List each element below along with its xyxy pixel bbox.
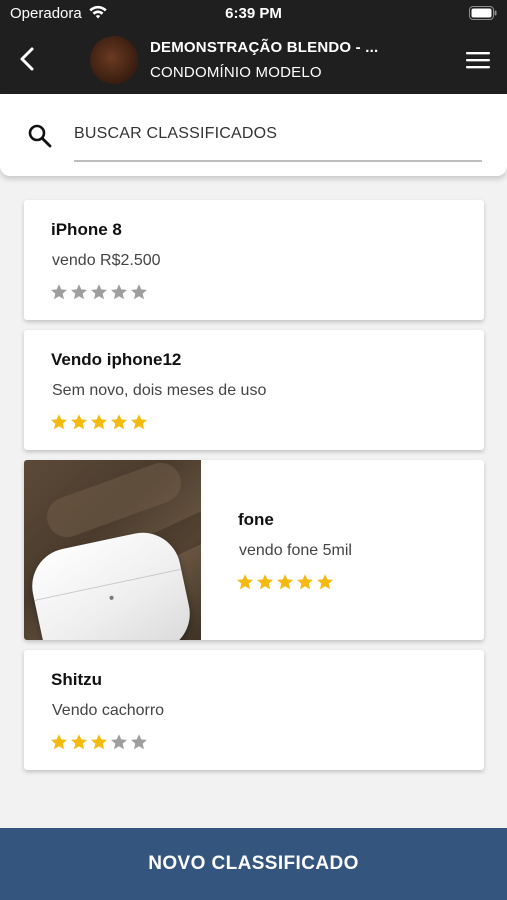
star-empty-icon — [131, 284, 147, 300]
back-button[interactable] — [12, 43, 44, 75]
star-filled-icon — [237, 574, 253, 590]
star-filled-icon — [91, 414, 107, 430]
rating-stars — [50, 733, 148, 751]
status-time: 6:39 PM — [225, 5, 282, 22]
menu-button[interactable] — [463, 46, 493, 74]
condo-avatar[interactable] — [90, 36, 138, 84]
chevron-left-icon — [20, 47, 34, 71]
new-listing-button[interactable]: NOVO CLASSIFICADO — [0, 828, 507, 900]
listing-description: vendo fone 5mil — [239, 542, 352, 559]
star-filled-icon — [51, 734, 67, 750]
star-empty-icon — [111, 734, 127, 750]
listing-description: vendo R$2.500 — [52, 252, 161, 269]
star-filled-icon — [131, 414, 147, 430]
status-bar: Operadora 6:39 PM — [0, 0, 507, 26]
star-filled-icon — [317, 574, 333, 590]
star-filled-icon — [297, 574, 313, 590]
listing-card[interactable]: iPhone 8 vendo R$2.500 — [24, 200, 484, 320]
listing-card[interactable]: Shitzu Vendo cachorro — [24, 650, 484, 770]
star-empty-icon — [131, 734, 147, 750]
top-bar: Operadora 6:39 PM DEMONSTRAÇÃO BLENDO - … — [0, 0, 507, 94]
star-filled-icon — [71, 414, 87, 430]
rating-stars — [50, 283, 148, 301]
search-panel — [0, 94, 507, 176]
listing-title: Vendo iphone12 — [51, 350, 182, 369]
star-filled-icon — [51, 414, 67, 430]
listing-title: Shitzu — [51, 670, 102, 689]
star-filled-icon — [257, 574, 273, 590]
listing-photo — [24, 460, 201, 640]
star-filled-icon — [277, 574, 293, 590]
hamburger-menu-icon — [466, 52, 490, 69]
listing-card[interactable]: fone vendo fone 5mil — [24, 460, 484, 640]
battery-icon — [469, 6, 497, 20]
listing-title: fone — [238, 510, 274, 529]
rating-stars — [236, 573, 334, 591]
star-filled-icon — [91, 734, 107, 750]
star-filled-icon — [71, 734, 87, 750]
header-title: DEMONSTRAÇÃO BLENDO - ... — [150, 39, 379, 56]
star-empty-icon — [91, 284, 107, 300]
listing-title: iPhone 8 — [51, 220, 122, 239]
search-icon[interactable] — [27, 123, 53, 149]
star-empty-icon — [111, 284, 127, 300]
star-empty-icon — [51, 284, 67, 300]
header-subtitle: CONDOMÍNIO MODELO — [150, 64, 322, 81]
listing-description: Sem novo, dois meses de uso — [52, 382, 267, 399]
listing-card[interactable]: Vendo iphone12 Sem novo, dois meses de u… — [24, 330, 484, 450]
search-input[interactable] — [74, 120, 482, 162]
star-empty-icon — [71, 284, 87, 300]
rating-stars — [50, 413, 148, 431]
listing-description: Vendo cachorro — [52, 702, 165, 719]
app-header: DEMONSTRAÇÃO BLENDO - ... CONDOMÍNIO MOD… — [0, 28, 507, 92]
star-filled-icon — [111, 414, 127, 430]
